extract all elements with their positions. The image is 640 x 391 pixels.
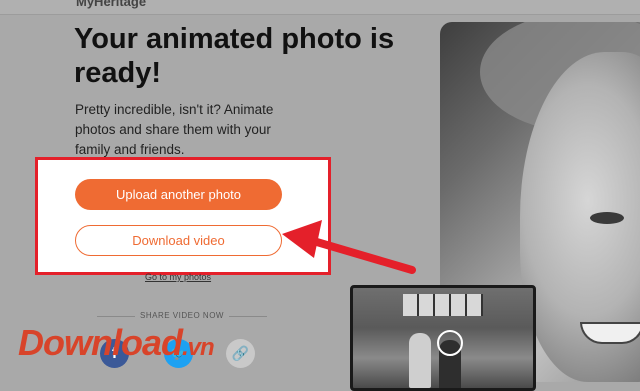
result-description: Pretty incredible, isn't it? Animate pho… (75, 102, 274, 157)
page-title: Your animated photo is ready! (74, 23, 395, 89)
watermark-main: Download (18, 322, 183, 363)
download-video-button[interactable]: Download video (75, 225, 282, 256)
site-logo-fragment[interactable]: MyHeritage (76, 0, 146, 9)
link-icon: 🔗 (231, 345, 250, 361)
upload-another-photo-button[interactable]: Upload another photo (75, 179, 282, 210)
go-to-photos-link[interactable]: Go to my photos (145, 272, 211, 282)
top-bar: MyHeritage (0, 0, 640, 15)
copy-link-button[interactable]: 🔗 (226, 339, 255, 368)
photo-child-figure (409, 333, 431, 388)
photo-eye-shape (590, 212, 624, 224)
red-arrow-annotation (282, 220, 416, 274)
face-detect-circle (437, 330, 463, 356)
watermark-suffix: .vn (181, 334, 215, 361)
share-divider-right (229, 316, 267, 317)
original-photo-thumbnail (350, 285, 536, 391)
download-vn-watermark: Download.vn (18, 322, 215, 364)
share-section-header: SHARE VIDEO NOW (97, 309, 267, 323)
photo-windows-shape (403, 294, 483, 316)
